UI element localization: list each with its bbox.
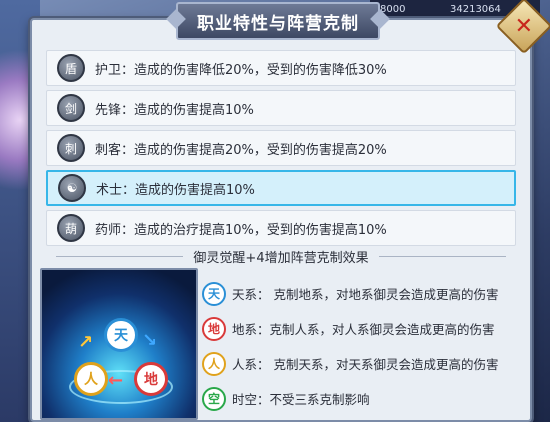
role-description: 先锋：造成的伤害提高10% bbox=[95, 102, 254, 118]
dialog-title-banner: 职业特性与阵营克制 bbox=[176, 2, 380, 40]
arrow-icon: ← bbox=[108, 370, 124, 391]
faction-effects-list: 天 天系： 克制地系，对地系御灵会造成更高的伤害 地 地系：克制人系，对人系御灵… bbox=[202, 276, 522, 416]
spacetime-badge-icon: 空 bbox=[202, 386, 226, 411]
role-row-vanguard[interactable]: 剑 先锋：造成的伤害提高10% bbox=[46, 90, 516, 126]
earth-badge-icon: 地 bbox=[202, 316, 226, 341]
effect-row-earth: 地 地系：克制人系，对人系御灵会造成更高的伤害 bbox=[202, 311, 522, 346]
gourd-icon: 葫 bbox=[57, 214, 85, 242]
node-heaven: 天 bbox=[104, 318, 138, 352]
node-earth: 地 bbox=[134, 362, 168, 396]
role-row-guardian[interactable]: 盾 护卫：造成的伤害降低20%，受到的伤害降低30% bbox=[46, 50, 516, 86]
role-description: 药师：造成的治疗提高10%，受到的伤害提高10% bbox=[95, 222, 387, 238]
effect-row-human: 人 人系： 克制天系，对天系御灵会造成更高的伤害 bbox=[202, 346, 522, 381]
sword-icon: 剑 bbox=[57, 94, 85, 122]
arrow-icon: ↗ bbox=[78, 332, 94, 353]
yinyang-icon: ☯ bbox=[58, 174, 86, 202]
resource-value: 34213064 bbox=[450, 4, 501, 15]
faction-cycle-illustration: 天 地 人 ↘ ← ↗ bbox=[40, 268, 198, 420]
effect-row-heaven: 天 天系： 克制地系，对地系御灵会造成更高的伤害 bbox=[202, 276, 522, 311]
close-icon: ✕ bbox=[514, 13, 534, 39]
section-title: 御灵觉醒+4增加阵营克制效果 bbox=[46, 246, 516, 266]
dialog-title: 职业特性与阵营克制 bbox=[197, 13, 359, 34]
node-human: 人 bbox=[74, 362, 108, 396]
daggers-icon: 刺 bbox=[57, 134, 85, 162]
role-description: 术士：造成的伤害提高10% bbox=[96, 182, 255, 198]
class-traits-dialog: 盾 护卫：造成的伤害降低20%，受到的伤害降低30% 剑 先锋：造成的伤害提高1… bbox=[30, 18, 532, 422]
role-row-assassin[interactable]: 刺 刺客：造成的伤害提高20%，受到的伤害提高20% bbox=[46, 130, 516, 166]
role-description: 护卫：造成的伤害降低20%，受到的伤害降低30% bbox=[95, 62, 387, 78]
heaven-badge-icon: 天 bbox=[202, 281, 226, 306]
arrow-icon: ↘ bbox=[142, 330, 158, 351]
shield-icon: 盾 bbox=[57, 54, 85, 82]
role-list: 盾 护卫：造成的伤害降低20%，受到的伤害降低30% 剑 先锋：造成的伤害提高1… bbox=[46, 50, 516, 250]
role-description: 刺客：造成的伤害提高20%，受到的伤害提高20% bbox=[95, 142, 387, 158]
effect-row-spacetime: 空 时空：不受三系克制影响 bbox=[202, 381, 522, 416]
role-row-warlock[interactable]: ☯ 术士：造成的伤害提高10% bbox=[46, 170, 516, 206]
human-badge-icon: 人 bbox=[202, 351, 226, 376]
role-row-healer[interactable]: 葫 药师：造成的治疗提高10%，受到的伤害提高10% bbox=[46, 210, 516, 246]
